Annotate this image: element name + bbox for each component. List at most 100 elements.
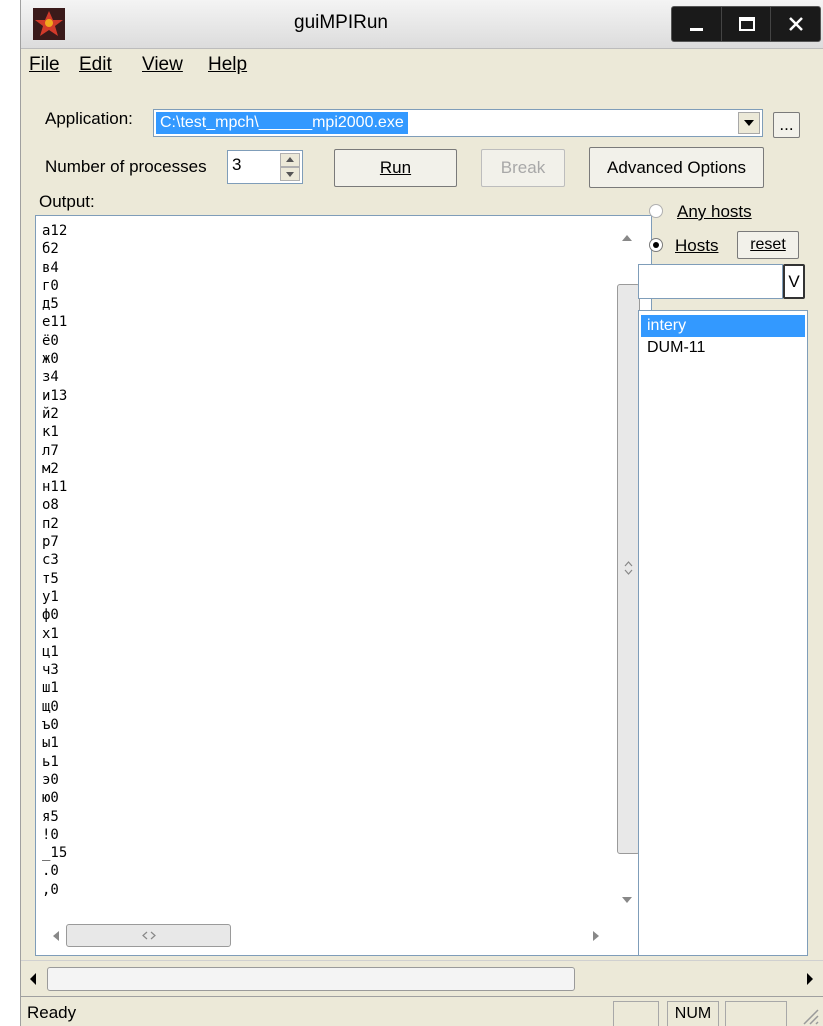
output-line: п2	[42, 515, 59, 532]
break-button[interactable]: Break	[481, 149, 565, 187]
application-combo[interactable]: C:\test_mpch\______mpi2000.exe	[153, 109, 763, 137]
close-button[interactable]	[770, 7, 820, 41]
menu-edit[interactable]: Edit	[79, 54, 112, 76]
output-line: н11	[42, 479, 68, 496]
output-line: ш1	[42, 680, 59, 697]
minimize-icon	[689, 28, 703, 31]
scroll-right-icon[interactable]	[592, 931, 600, 941]
output-line: ё0	[42, 332, 59, 349]
host-input[interactable]	[638, 264, 783, 299]
status-text: Ready	[27, 1003, 77, 1022]
output-line: й2	[42, 405, 59, 422]
window-controls	[671, 6, 821, 42]
processes-label: Number of processes	[45, 157, 207, 176]
add-host-button[interactable]: V	[783, 264, 805, 299]
hosts-radio[interactable]	[649, 238, 663, 252]
close-icon	[788, 17, 803, 31]
output-line: т5	[42, 570, 59, 587]
maximize-button[interactable]	[721, 7, 771, 41]
reset-button[interactable]: reset	[737, 231, 799, 259]
arrow-up-icon	[286, 157, 294, 162]
output-line: я5	[42, 808, 59, 825]
vertical-scroll-thumb[interactable]	[617, 284, 640, 854]
output-line: э0	[42, 771, 59, 788]
output-line: к1	[42, 424, 59, 441]
scroll-right-icon[interactable]	[806, 973, 814, 985]
application-window: guiMPIRun File Edit View Help Applicatio…	[20, 0, 823, 1026]
grip-vertical-icon	[624, 561, 633, 575]
output-line: ь1	[42, 753, 59, 770]
advanced-options-button[interactable]: Advanced Options	[589, 147, 764, 188]
output-line: _15	[42, 845, 68, 862]
any-hosts-label: Any hosts	[677, 202, 752, 221]
processes-stepper[interactable]: 3	[227, 150, 303, 184]
host-item-intery[interactable]: intery	[641, 315, 805, 337]
output-panel[interactable]: а12 б2 в4 г0 д5 е11 ё0 ж0 з4 и13 й2 к1 л7 м2 н11 о8 п2 р7…	[35, 215, 652, 956]
output-line: ж0	[42, 351, 59, 368]
resize-grip-icon[interactable]	[799, 1005, 819, 1025]
output-line: х1	[42, 625, 59, 642]
output-line: ъ0	[42, 717, 59, 734]
browse-button[interactable]: ...	[773, 112, 800, 138]
host-list[interactable]: intery DUM-11	[638, 310, 808, 956]
processes-increment[interactable]	[280, 153, 300, 167]
output-line: д5	[42, 296, 59, 313]
application-path: C:\test_mpch\______mpi2000.exe	[156, 112, 408, 134]
host-item-dum-11[interactable]: DUM-11	[641, 337, 805, 359]
window-horizontal-scrollbar[interactable]	[21, 960, 823, 997]
output-line: ф0	[42, 607, 59, 624]
output-line: ц1	[42, 643, 59, 660]
output-line: а12	[42, 223, 68, 239]
output-line: р7	[42, 534, 59, 551]
output-line: !0	[42, 826, 59, 843]
horizontal-scroll-thumb[interactable]	[66, 924, 231, 947]
output-line: з4	[42, 369, 59, 386]
maximize-icon	[738, 17, 755, 31]
radio-dot-icon	[653, 242, 659, 248]
application-label: Application:	[45, 109, 133, 128]
application-dropdown-button[interactable]	[738, 112, 760, 134]
output-line: с3	[42, 552, 59, 569]
output-line: ы1	[42, 735, 59, 752]
status-pane-empty-2	[725, 1001, 787, 1026]
reset-button-label: reset	[750, 236, 786, 253]
title-bar[interactable]: guiMPIRun	[21, 0, 823, 49]
output-line: б2	[42, 241, 59, 258]
any-hosts-radio[interactable]	[649, 204, 663, 218]
status-pane-empty	[613, 1001, 659, 1026]
minimize-button[interactable]	[672, 7, 721, 41]
run-button[interactable]: Run	[334, 149, 457, 187]
output-horizontal-scrollbar[interactable]	[40, 921, 609, 951]
output-line: ю0	[42, 790, 59, 807]
output-line: и13	[42, 387, 68, 404]
output-line: щ0	[42, 698, 59, 715]
menu-bar: File Edit View Help	[21, 50, 823, 84]
scroll-up-icon[interactable]	[622, 234, 632, 242]
menu-file[interactable]: File	[29, 54, 60, 76]
output-line: м2	[42, 460, 59, 477]
window-title: guiMPIRun	[294, 12, 388, 33]
output-line: у1	[42, 588, 59, 605]
chevron-down-icon	[744, 120, 754, 126]
output-label: Output:	[39, 192, 95, 211]
output-line: .0	[42, 863, 59, 880]
processes-value: 3	[232, 155, 242, 174]
output-line: г0	[42, 277, 59, 294]
scroll-left-icon[interactable]	[29, 973, 37, 985]
output-line: о8	[42, 497, 59, 514]
output-line: ч3	[42, 662, 59, 679]
window-scroll-thumb[interactable]	[47, 967, 575, 991]
output-line: л7	[42, 442, 59, 459]
menu-help[interactable]: Help	[208, 54, 247, 76]
output-line: в4	[42, 259, 59, 276]
processes-decrement[interactable]	[280, 167, 300, 181]
status-num-indicator: NUM	[667, 1001, 719, 1026]
output-text: а12 б2 в4 г0 д5 е11 ё0 ж0 з4 и13 й2 к1 л7 м2 н11 о8 п2 р7…	[42, 222, 67, 899]
scroll-down-icon[interactable]	[622, 896, 632, 904]
menu-view[interactable]: View	[142, 54, 183, 76]
hosts-label: Hosts	[675, 236, 719, 255]
output-line: ,0	[42, 881, 59, 898]
scroll-left-icon[interactable]	[52, 931, 60, 941]
grip-horizontal-icon	[142, 931, 156, 940]
arrow-down-icon	[286, 172, 294, 177]
